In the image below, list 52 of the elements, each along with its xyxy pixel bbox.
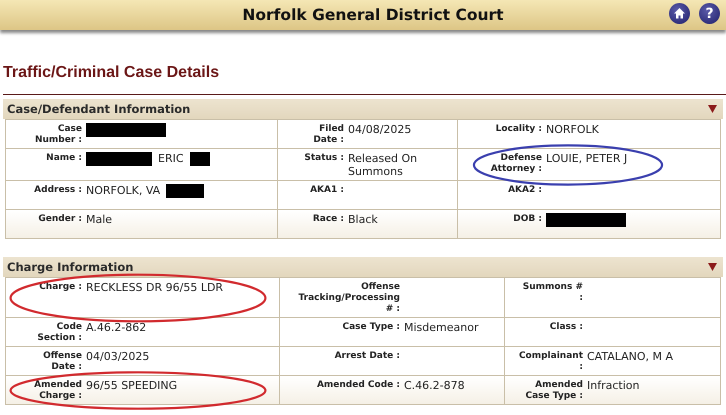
field-label: Offense Date : xyxy=(42,350,82,373)
field-label: Defense Attorney : xyxy=(490,152,542,175)
field-value: A.46.2-862 xyxy=(86,321,146,334)
field-label: Case Number : xyxy=(34,123,82,146)
field-label: Arrest Date : xyxy=(334,350,400,362)
field-value: NORFOLK xyxy=(546,123,599,136)
home-icon xyxy=(673,7,686,20)
field-label: Code Section : xyxy=(36,321,82,344)
field-value: NORFOLK, VA xyxy=(86,184,160,197)
redaction-bar xyxy=(190,152,210,166)
field-label: AKA2 : xyxy=(507,184,542,196)
field-value: CATALANO, M A xyxy=(587,350,674,363)
field-label: Offense Tracking/Processing # : xyxy=(297,281,400,315)
field-value: ERIC xyxy=(158,152,184,165)
field-value: Released On Summons xyxy=(348,152,418,178)
field-value: RECKLESS DR 96/55 LDR xyxy=(86,281,224,294)
field-value: C.46.2-878 xyxy=(404,379,465,392)
field-label: Address : xyxy=(33,184,82,196)
field-label: Complainant : xyxy=(518,350,583,373)
redaction-bar xyxy=(166,184,204,198)
collapse-icon[interactable] xyxy=(708,105,717,113)
field-value: LOUIE, PETER J xyxy=(546,152,628,165)
section-title: Case/Defendant Information xyxy=(7,102,190,116)
field-value: Black xyxy=(348,213,378,226)
field-label: Filed Date : xyxy=(312,123,344,146)
field-label: Case Type : xyxy=(342,321,400,333)
court-title: Norfolk General District Court xyxy=(241,6,504,24)
field-value: Infraction xyxy=(587,379,640,392)
field-label: Amended Charge : xyxy=(33,379,82,402)
section-title: Charge Information xyxy=(7,260,134,274)
field-value: Male xyxy=(86,213,112,226)
field-label: Class : xyxy=(548,321,583,333)
field-label: Summons # : xyxy=(522,281,583,304)
field-label: DOB : xyxy=(512,213,542,225)
redaction-bar xyxy=(86,152,152,166)
collapse-icon[interactable] xyxy=(708,263,717,271)
field-label: Race : xyxy=(312,213,344,225)
field-value: Misdemeanor xyxy=(404,321,478,334)
field-label: Locality : xyxy=(494,123,542,135)
home-button[interactable] xyxy=(669,3,690,24)
field-label: AKA1 : xyxy=(309,184,344,196)
field-label: Amended Code : xyxy=(316,379,400,391)
field-label: Gender : xyxy=(37,213,82,225)
field-value: 04/03/2025 xyxy=(86,350,150,363)
field-label: Name : xyxy=(45,152,82,164)
page-title: Traffic/Criminal Case Details xyxy=(3,64,726,95)
field-label: Status : xyxy=(303,152,344,164)
field-value: 04/08/2025 xyxy=(348,123,412,136)
help-button[interactable]: ? xyxy=(699,3,720,24)
field-value: 96/55 SPEEDING xyxy=(86,379,178,392)
field-label: Amended Case Type : xyxy=(524,379,583,402)
field-label: Charge : xyxy=(38,281,82,293)
